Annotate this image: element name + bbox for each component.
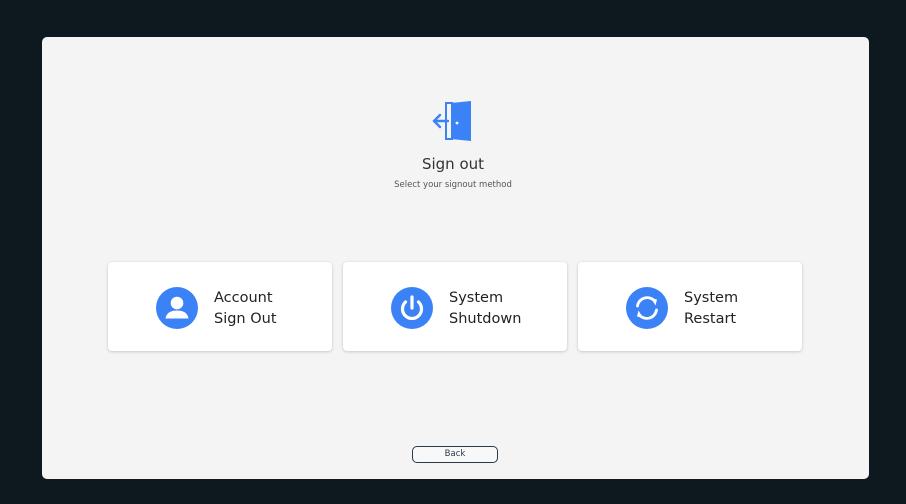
account-signout-button[interactable]: Account Sign Out [108, 262, 332, 351]
page-subtitle: Select your signout method [394, 180, 512, 190]
page-title: Sign out [421, 155, 485, 173]
back-button[interactable]: Back [412, 446, 498, 463]
account-signout-line2: Sign Out [214, 311, 277, 327]
restart-icon [626, 287, 668, 329]
system-restart-line2: Restart [684, 311, 737, 327]
user-icon [156, 287, 198, 329]
door-exit-icon [432, 101, 471, 141]
power-icon [391, 287, 433, 329]
system-shutdown-line2: Shutdown [449, 311, 522, 327]
system-restart-button[interactable]: System Restart [578, 262, 802, 351]
account-signout-line1: Account [214, 290, 273, 306]
account-signout-label: Account Sign Out [214, 288, 277, 330]
system-shutdown-button[interactable]: System Shutdown [343, 262, 567, 351]
system-shutdown-line1: System [449, 290, 504, 306]
system-restart-line1: System [684, 290, 739, 306]
system-restart-label: System Restart [684, 288, 738, 330]
system-shutdown-label: System Shutdown [449, 288, 521, 330]
